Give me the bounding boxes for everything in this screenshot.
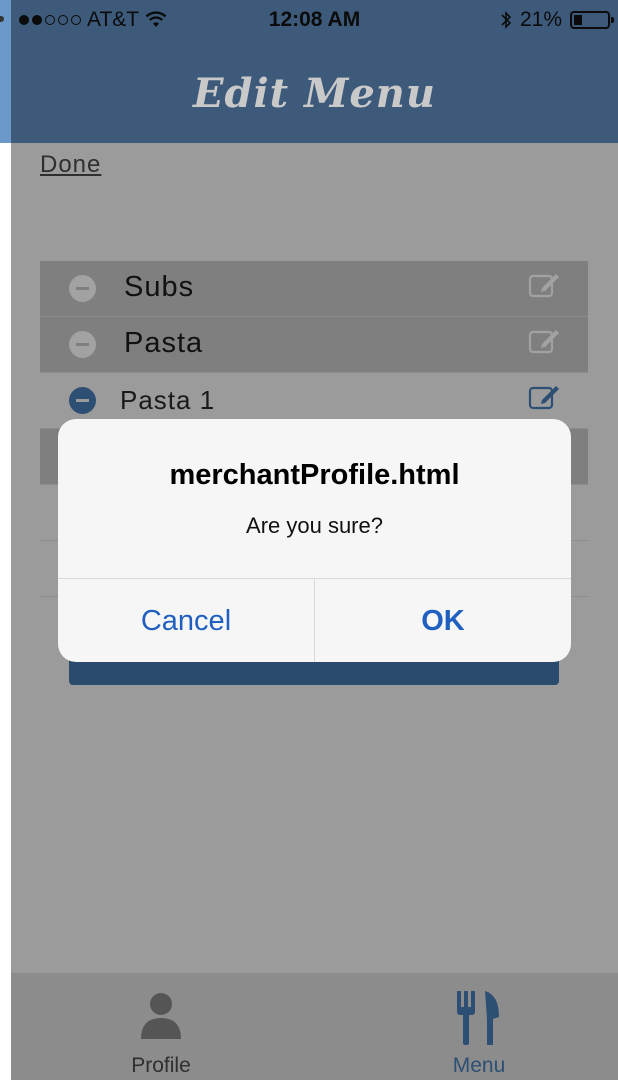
dialog-title: merchantProfile.html — [169, 459, 460, 491]
cancel-button[interactable]: Cancel — [58, 579, 315, 662]
ok-button[interactable]: OK — [315, 579, 571, 662]
alert-dialog: merchantProfile.html Are you sure? Cance… — [58, 419, 571, 662]
dialog-buttons: Cancel OK — [58, 578, 571, 662]
dialog-overlay: merchantProfile.html Are you sure? Cance… — [0, 0, 618, 1080]
dialog-message: Are you sure? — [246, 513, 383, 538]
